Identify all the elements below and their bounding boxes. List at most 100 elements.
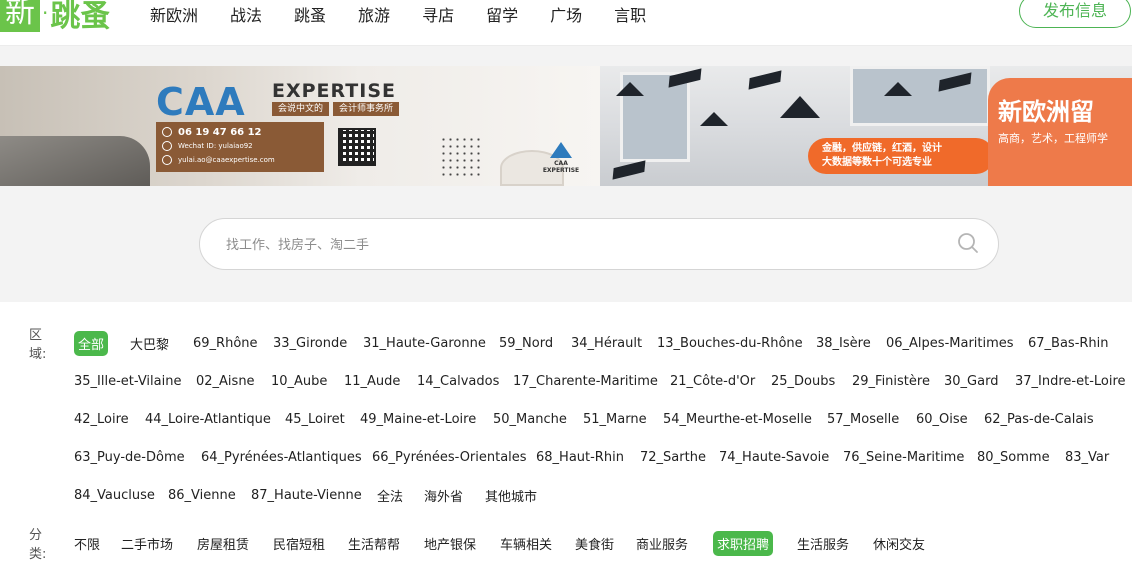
qr-code [338, 128, 376, 166]
region-item[interactable]: 83_Var [1065, 450, 1109, 465]
region-item[interactable]: 30_Gard [944, 374, 998, 389]
laptop-photo [0, 136, 150, 186]
contact-box: 06 19 47 66 12 Wechat ID: yulaiao92 yula… [156, 122, 324, 172]
region-item[interactable]: 25_Doubs [771, 374, 835, 389]
category-item[interactable]: 休闲交友 [873, 534, 925, 553]
graduation-cap-icon [780, 96, 820, 118]
region-item[interactable]: 全部 [74, 330, 109, 356]
region-item[interactable]: 13_Bouches-du-Rhône [657, 336, 803, 351]
email-icon [162, 155, 172, 165]
region-item[interactable]: 87_Haute-Vienne [251, 488, 362, 503]
region-item[interactable]: 84_Vaucluse [74, 488, 155, 503]
region-item[interactable]: 63_Puy-de-Dôme [74, 450, 185, 465]
pill-line: 大数据等数十个可选专业 [822, 157, 932, 168]
region-item[interactable]: 38_Isère [816, 336, 871, 351]
banner-title-box: 新欧洲留 高商，艺术，工程师学 [988, 78, 1132, 186]
region-item[interactable]: 69_Rhône [193, 336, 258, 351]
site-logo[interactable]: 新 · 跳蚤 [0, 0, 111, 34]
category-item[interactable]: 求职招聘 [713, 530, 774, 556]
caa-triangle-icon [550, 142, 572, 158]
category-item[interactable]: 民宿短租 [273, 534, 325, 553]
dot-pattern [440, 136, 480, 180]
nav-item-xinouzhou[interactable]: 新欧洲 [150, 2, 198, 26]
region-item[interactable]: 42_Loire [74, 412, 129, 427]
region-item[interactable]: 大巴黎 [130, 334, 169, 353]
category-item[interactable]: 房屋租赁 [197, 534, 249, 553]
region-item[interactable]: 54_Meurthe-et-Moselle [663, 412, 812, 427]
nav-item-zhanfa[interactable]: 战法 [230, 2, 262, 26]
category-item[interactable]: 不限 [74, 534, 100, 553]
region-label: 区域: [29, 328, 47, 362]
region-item[interactable]: 80_Somme [977, 450, 1050, 465]
nav-item-yanzhi[interactable]: 言职 [614, 2, 646, 26]
nav-item-tiaozao[interactable]: 跳蚤 [294, 2, 326, 26]
region-item[interactable]: 33_Gironde [273, 336, 347, 351]
region-item[interactable]: 67_Bas-Rhin [1028, 336, 1109, 351]
region-item[interactable]: 14_Calvados [417, 374, 499, 389]
region-item[interactable]: 44_Loire-Atlantique [145, 412, 271, 427]
region-item[interactable]: 74_Haute-Savoie [719, 450, 829, 465]
phone-number: 06 19 47 66 12 [178, 126, 262, 138]
region-item[interactable]: 72_Sarthe [640, 450, 706, 465]
logo-text: 跳蚤 [50, 0, 111, 34]
phone-icon [162, 127, 172, 137]
region-item[interactable]: 57_Moselle [827, 412, 899, 427]
region-item[interactable]: 76_Seine-Maritime [843, 450, 964, 465]
region-item[interactable]: 29_Finistère [852, 374, 930, 389]
category-item[interactable]: 生活服务 [797, 534, 849, 553]
region-item[interactable]: 49_Maine-et-Loire [360, 412, 476, 427]
caa-small-logo: CAA EXPERTISE [542, 160, 580, 174]
graduation-cap-icon [700, 112, 728, 126]
category-label: 分类: [29, 528, 47, 562]
category-item[interactable]: 车辆相关 [500, 534, 552, 553]
main-nav: 新欧洲 战法 跳蚤 旅游 寻店 留学 广场 言职 [150, 2, 678, 26]
region-item[interactable]: 35_Ille-et-Vilaine [74, 374, 181, 389]
search-icon[interactable] [957, 232, 979, 254]
pill-line: 金融，供应链，红酒，设计 [822, 143, 942, 154]
region-item[interactable]: 64_Pyrénées-Atlantiques [201, 450, 362, 465]
region-item[interactable]: 50_Manche [493, 412, 567, 427]
banner-left-ad: CAA EXPERTISE 会说中文的 会计师事务所 06 19 47 66 1… [0, 66, 600, 186]
search-input[interactable] [226, 233, 926, 257]
nav-item-liuxue[interactable]: 留学 [486, 2, 518, 26]
region-item[interactable]: 34_Hérault [571, 336, 642, 351]
region-item[interactable]: 66_Pyrénées-Orientales [372, 450, 527, 465]
wechat-icon [162, 141, 172, 151]
nav-item-guangchang[interactable]: 广场 [550, 2, 582, 26]
region-item[interactable]: 86_Vienne [168, 488, 236, 503]
category-item[interactable]: 美食街 [575, 534, 614, 553]
nav-item-lvyou[interactable]: 旅游 [358, 2, 390, 26]
category-item[interactable]: 二手市场 [121, 534, 173, 553]
category-item[interactable]: 地产银保 [424, 534, 476, 553]
expertise-text: EXPERTISE [272, 80, 397, 102]
region-item[interactable]: 60_Oise [916, 412, 968, 427]
region-item[interactable]: 02_Aisne [196, 374, 255, 389]
banner-tags: 会说中文的 会计师事务所 [272, 102, 403, 116]
region-item[interactable]: 31_Haute-Garonne [363, 336, 486, 351]
banner-title: 新欧洲留 [998, 98, 1094, 126]
region-item[interactable]: 其他城市 [485, 486, 537, 505]
region-item[interactable]: 海外省 [424, 486, 463, 505]
region-item[interactable]: 17_Charente-Maritime [513, 374, 658, 389]
nav-item-xundian[interactable]: 寻店 [422, 2, 454, 26]
region-item[interactable]: 51_Marne [583, 412, 647, 427]
region-item[interactable]: 37_Indre-et-Loire [1015, 374, 1126, 389]
region-item[interactable]: 68_Haut-Rhin [536, 450, 624, 465]
region-item[interactable]: 10_Aube [271, 374, 327, 389]
graduation-cap-icon [612, 160, 646, 180]
region-item[interactable]: 21_Côte-d'Or [670, 374, 755, 389]
region-item[interactable]: 45_Loiret [285, 412, 345, 427]
region-item[interactable]: 59_Nord [499, 336, 553, 351]
category-item[interactable]: 商业服务 [636, 534, 688, 553]
banner-subtitle: 高商，艺术，工程师学 [998, 132, 1108, 145]
category-item[interactable]: 生活帮帮 [348, 534, 400, 553]
ad-banner[interactable]: CAA EXPERTISE 会说中文的 会计师事务所 06 19 47 66 1… [0, 66, 1132, 186]
publish-button[interactable]: 发布信息 [1019, 0, 1131, 28]
region-item[interactable]: 11_Aude [344, 374, 400, 389]
region-item[interactable]: 62_Pas-de-Calais [984, 412, 1094, 427]
region-item[interactable]: 06_Alpes-Maritimes [886, 336, 1014, 351]
search-box[interactable] [199, 218, 999, 270]
banner-tag: 会说中文的 [272, 102, 330, 116]
graduation-cap-icon [748, 70, 782, 90]
region-item[interactable]: 全法 [377, 486, 403, 505]
